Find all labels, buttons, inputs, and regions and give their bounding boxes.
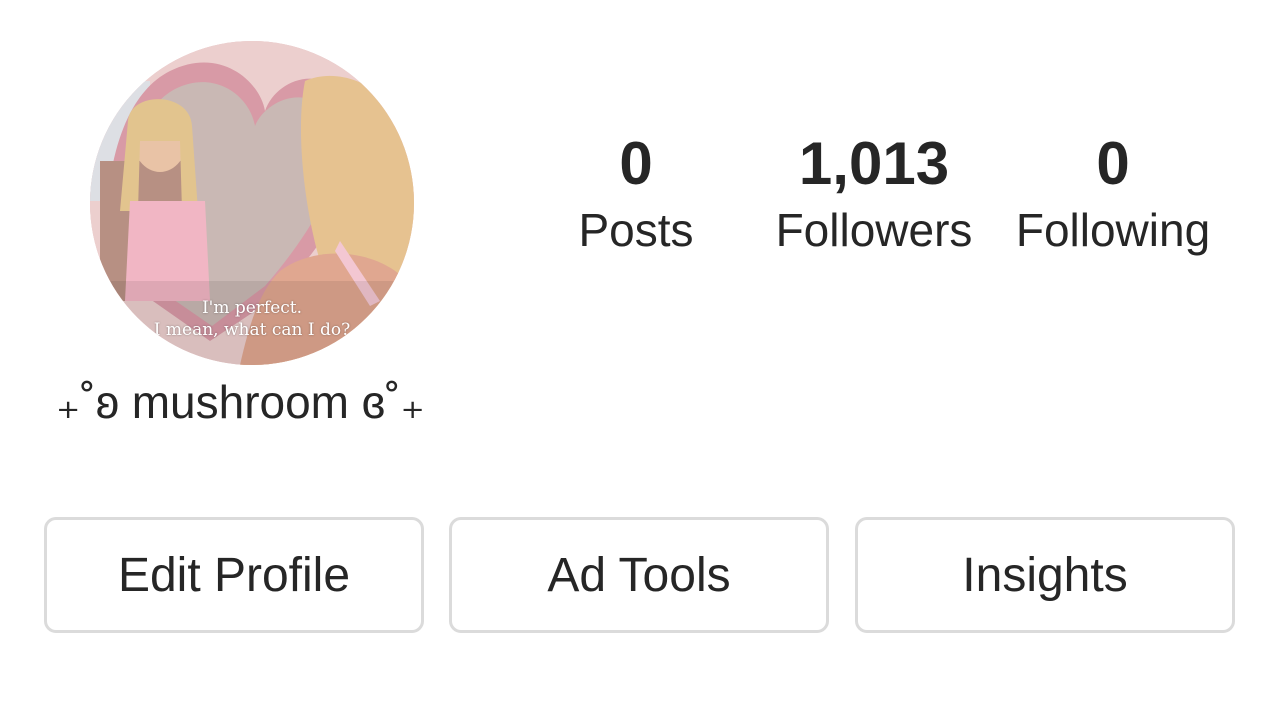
ad-tools-button[interactable]: Ad Tools <box>449 517 829 633</box>
followers-count: 1,013 <box>798 130 950 197</box>
following-label: Following <box>1015 204 1211 256</box>
profile-avatar[interactable]: I'm perfect. I mean, what can I do? <box>90 41 414 365</box>
followers-stat[interactable]: 1,013 Followers <box>762 128 986 258</box>
posts-count: 0 <box>619 130 653 197</box>
avatar-caption-line-1: I'm perfect. <box>201 298 303 318</box>
avatar-caption: I'm perfect. I mean, what can I do? <box>90 297 414 341</box>
edit-profile-button[interactable]: Edit Profile <box>44 517 424 633</box>
posts-label: Posts <box>578 204 694 256</box>
posts-stat[interactable]: 0 Posts <box>556 128 716 258</box>
profile-header: I'm perfect. I mean, what can I do? 0 Po… <box>0 0 1280 720</box>
following-stat[interactable]: 0 Following <box>1002 128 1224 258</box>
avatar-caption-line-2: I mean, what can I do? <box>153 320 351 340</box>
insights-button[interactable]: Insights <box>855 517 1235 633</box>
profile-display-name: ₊˚ʚ mushroom ɞ˚₊ <box>56 376 425 428</box>
following-count: 0 <box>1096 130 1130 197</box>
followers-label: Followers <box>775 204 973 256</box>
